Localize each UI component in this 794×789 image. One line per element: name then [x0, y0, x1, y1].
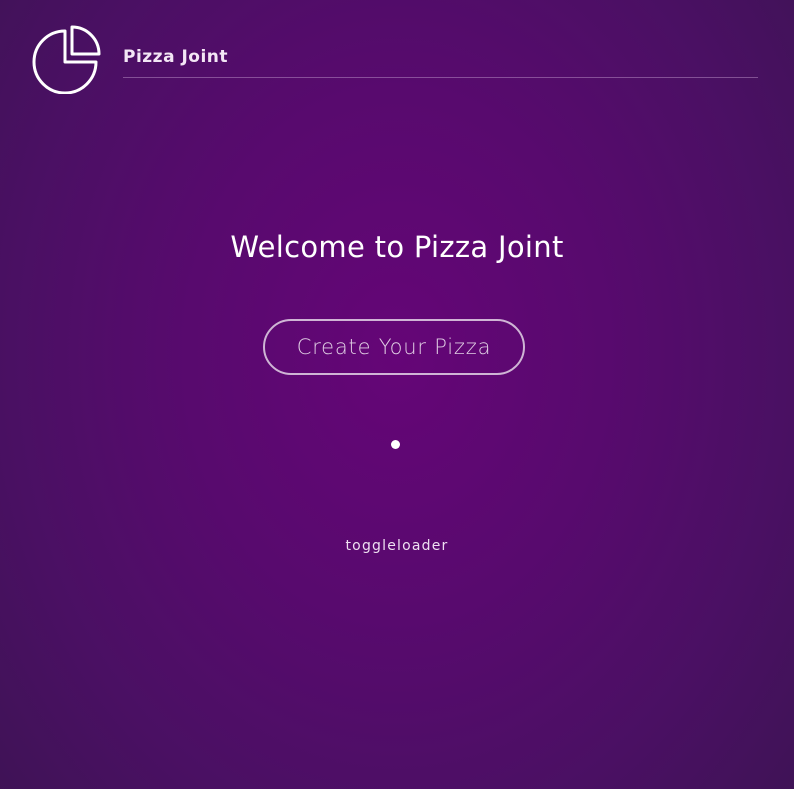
toggle-loader-link[interactable]: toggleloader [0, 538, 794, 554]
pie-chart-icon [32, 24, 102, 94]
page-title: Welcome to Pizza Joint [230, 230, 564, 264]
loading-dot-icon [391, 440, 400, 449]
brand-name[interactable]: Pizza Joint [123, 47, 228, 67]
create-pizza-button[interactable]: Create Your Pizza [263, 319, 525, 375]
header-divider [123, 77, 758, 78]
